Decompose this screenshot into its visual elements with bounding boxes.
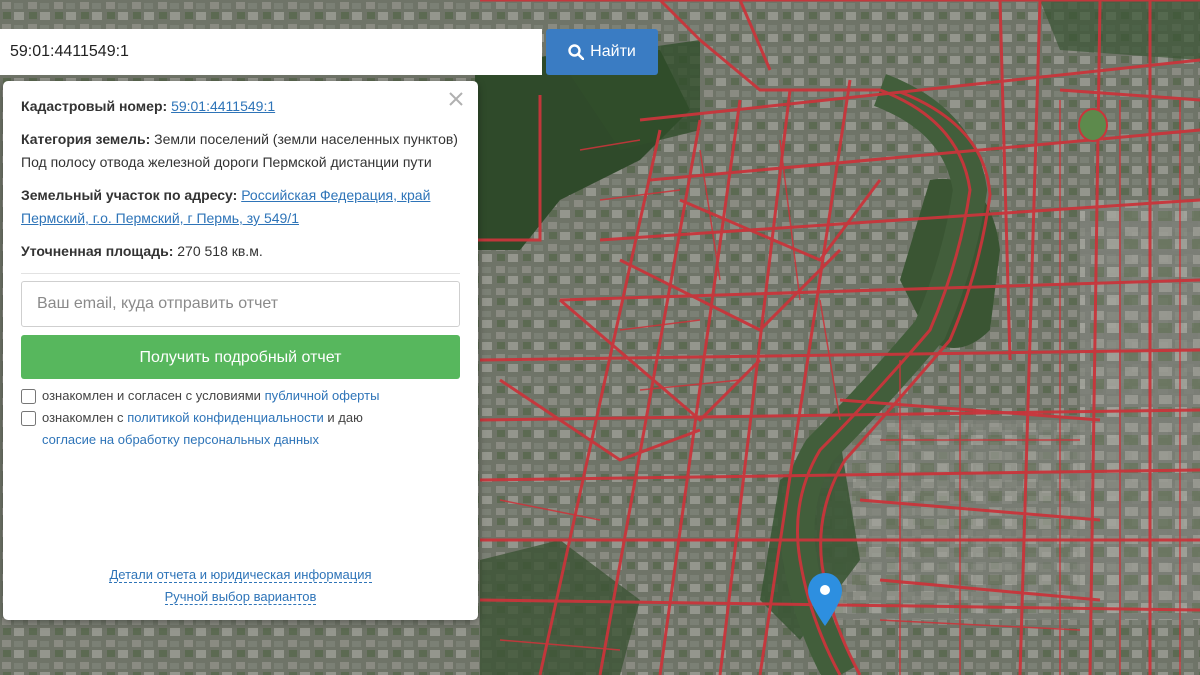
find-button[interactable]: Найти bbox=[546, 29, 658, 75]
search-input[interactable] bbox=[0, 29, 542, 75]
email-field[interactable] bbox=[21, 281, 460, 327]
privacy-policy-link[interactable]: политикой конфиденциальности bbox=[127, 410, 324, 425]
agree-offer-text: ознакомлен и согласен с условиями публич… bbox=[42, 388, 380, 403]
cadastral-number-label: Кадастровый номер: bbox=[21, 98, 168, 114]
get-report-button[interactable]: Получить подробный отчет bbox=[21, 335, 460, 379]
personal-data-consent: согласие на обработку персональных данны… bbox=[21, 429, 460, 451]
land-category-label: Категория земель: bbox=[21, 131, 151, 147]
close-icon[interactable] bbox=[446, 89, 466, 109]
area-label: Уточненная площадь: bbox=[21, 243, 174, 259]
get-report-button-label: Получить подробный отчет bbox=[139, 348, 342, 366]
agreements: ознакомлен и согласен с условиями публич… bbox=[21, 385, 460, 451]
public-offer-link[interactable]: публичной оферты bbox=[265, 388, 380, 403]
report-details-link[interactable]: Детали отчета и юридическая информация bbox=[109, 567, 372, 583]
manual-selection-link[interactable]: Ручной выбор вариантов bbox=[164, 589, 317, 605]
address-row: Земельный участок по адресу: Российская … bbox=[21, 184, 460, 230]
land-category-row: Категория земель: Земли поселений (земли… bbox=[21, 128, 460, 174]
agree-privacy-row: ознакомлен с политикой конфиденциальност… bbox=[21, 407, 460, 429]
address-label: Земельный участок по адресу: bbox=[21, 187, 238, 203]
agree-privacy-checkbox[interactable] bbox=[21, 411, 36, 426]
land-category-note: Под полосу отвода железной дороги Пермск… bbox=[21, 154, 432, 170]
land-category-value: Земли поселений (земли населенных пункто… bbox=[154, 131, 458, 147]
area-value: 270 518 кв.м. bbox=[177, 243, 263, 259]
find-button-label: Найти bbox=[590, 43, 636, 60]
cadastral-number-link[interactable]: 59:01:4411549:1 bbox=[171, 98, 275, 114]
agree-offer-row: ознакомлен и согласен с условиями публич… bbox=[21, 385, 460, 407]
divider bbox=[21, 273, 460, 274]
search-icon bbox=[568, 44, 585, 60]
agree-privacy-text: ознакомлен с политикой конфиденциальност… bbox=[42, 410, 363, 425]
cadastral-number-row: Кадастровый номер: 59:01:4411549:1 bbox=[21, 95, 460, 118]
area-row: Уточненная площадь: 270 518 кв.м. bbox=[21, 240, 460, 263]
footer-links: Детали отчета и юридическая информация Р… bbox=[3, 564, 478, 608]
agree-offer-checkbox[interactable] bbox=[21, 389, 36, 404]
personal-data-consent-link[interactable]: согласие на обработку персональных данны… bbox=[42, 432, 319, 447]
parcel-info-popup: Кадастровый номер: 59:01:4411549:1 Катег… bbox=[3, 81, 478, 620]
